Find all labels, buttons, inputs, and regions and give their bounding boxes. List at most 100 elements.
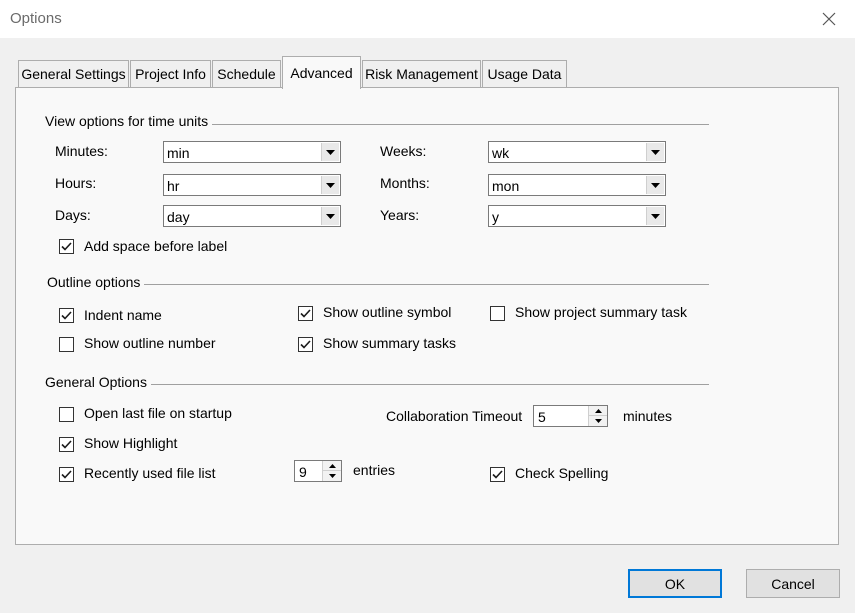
- check-spelling-checkbox[interactable]: [490, 467, 505, 482]
- cancel-button-label: Cancel: [771, 575, 815, 592]
- years-label: Years:: [380, 207, 420, 223]
- advanced-panel: View options for time units Minutes: min…: [15, 87, 839, 545]
- days-label: Days:: [55, 207, 91, 223]
- stepper-down-button[interactable]: [323, 471, 341, 481]
- months-select[interactable]: mon: [488, 174, 666, 196]
- tab-general-settings[interactable]: General Settings: [18, 60, 129, 87]
- weeks-select[interactable]: wk: [488, 141, 666, 163]
- window-title: Options: [10, 10, 62, 27]
- tab-label: Usage Data: [487, 66, 562, 82]
- checkmark-icon: [492, 470, 503, 479]
- hours-value: hr: [167, 178, 180, 194]
- chevron-down-icon: [326, 149, 335, 155]
- show-project-summary-checkbox[interactable]: [490, 306, 505, 321]
- chevron-up-icon: [328, 463, 336, 468]
- collab-timeout-stepper[interactable]: 5: [533, 405, 608, 427]
- group-divider: [151, 384, 709, 385]
- indent-name-checkbox[interactable]: [59, 308, 74, 323]
- ok-button[interactable]: OK: [628, 569, 722, 598]
- dropdown-button[interactable]: [321, 143, 339, 161]
- open-last-file-label: Open last file on startup: [84, 405, 232, 421]
- chevron-down-icon: [326, 182, 335, 188]
- checkmark-icon: [61, 470, 72, 479]
- close-icon: [822, 12, 836, 26]
- show-highlight-label: Show Highlight: [84, 435, 178, 451]
- chevron-down-icon: [651, 149, 660, 155]
- chevron-down-icon: [594, 419, 602, 423]
- recent-files-count-value: 9: [299, 464, 307, 480]
- show-outline-symbol-checkbox[interactable]: [298, 306, 313, 321]
- check-spelling-label: Check Spelling: [515, 465, 609, 481]
- tab-label: Advanced: [290, 65, 353, 81]
- tab-risk-management[interactable]: Risk Management: [362, 60, 481, 87]
- outline-group-title: Outline options: [47, 274, 145, 290]
- dropdown-button[interactable]: [646, 143, 664, 161]
- group-divider: [211, 124, 709, 125]
- collab-timeout-value: 5: [538, 409, 546, 425]
- tab-advanced[interactable]: Advanced: [282, 56, 361, 89]
- entries-label: entries: [353, 462, 396, 478]
- show-highlight-checkbox[interactable]: [59, 437, 74, 452]
- recent-files-label: Recently used file list: [84, 465, 216, 481]
- days-select[interactable]: day: [163, 205, 341, 227]
- minutes-value: min: [167, 145, 190, 161]
- recent-files-count-stepper[interactable]: 9: [294, 460, 342, 482]
- stepper-arrows: [588, 406, 607, 426]
- stepper-up-button[interactable]: [589, 406, 607, 416]
- dropdown-button[interactable]: [646, 176, 664, 194]
- time-units-group-title: View options for time units: [45, 113, 213, 129]
- minutes-suffix-label: minutes: [623, 408, 673, 424]
- minutes-label: Minutes:: [55, 143, 108, 159]
- title-bar: Options: [0, 0, 855, 38]
- show-outline-symbol-label: Show outline symbol: [323, 304, 452, 320]
- checkmark-icon: [300, 340, 311, 349]
- tab-label: Project Info: [135, 66, 206, 82]
- add-space-checkbox[interactable]: [59, 239, 74, 254]
- show-project-summary-label: Show project summary task: [515, 304, 687, 320]
- tab-label: General Settings: [21, 66, 126, 82]
- tab-project-info[interactable]: Project Info: [130, 60, 211, 87]
- cancel-button[interactable]: Cancel: [746, 569, 840, 598]
- chevron-down-icon: [326, 213, 335, 219]
- weeks-label: Weeks:: [380, 143, 427, 159]
- tab-label: Schedule: [217, 66, 276, 82]
- add-space-label: Add space before label: [84, 238, 228, 254]
- show-summary-tasks-label: Show summary tasks: [323, 335, 457, 351]
- checkmark-icon: [61, 242, 72, 251]
- hours-select[interactable]: hr: [163, 174, 341, 196]
- stepper-down-button[interactable]: [589, 416, 607, 426]
- recent-files-checkbox[interactable]: [59, 467, 74, 482]
- indent-name-label: Indent name: [84, 307, 162, 323]
- ok-button-label: OK: [664, 575, 686, 592]
- dropdown-button[interactable]: [321, 207, 339, 225]
- dropdown-button[interactable]: [321, 176, 339, 194]
- checkmark-icon: [61, 440, 72, 449]
- years-select[interactable]: y: [488, 205, 666, 227]
- collab-timeout-label: Collaboration Timeout: [386, 408, 523, 424]
- open-last-file-checkbox[interactable]: [59, 407, 74, 422]
- minutes-select[interactable]: min: [163, 141, 341, 163]
- tab-usage-data[interactable]: Usage Data: [482, 60, 567, 87]
- chevron-down-icon: [328, 474, 336, 478]
- show-outline-number-checkbox[interactable]: [59, 337, 74, 352]
- weeks-value: wk: [492, 145, 510, 161]
- tab-strip: General Settings Project Info Schedule A…: [18, 56, 838, 89]
- tab-label: Risk Management: [365, 66, 478, 82]
- general-group-title: General Options: [45, 374, 151, 390]
- stepper-arrows: [322, 461, 341, 481]
- stepper-up-button[interactable]: [323, 461, 341, 471]
- chevron-down-icon: [651, 182, 660, 188]
- months-label: Months:: [380, 175, 430, 191]
- hours-label: Hours:: [55, 175, 97, 191]
- checkmark-icon: [61, 311, 72, 320]
- chevron-up-icon: [594, 408, 602, 413]
- days-value: day: [167, 209, 190, 225]
- months-value: mon: [492, 178, 520, 194]
- show-outline-number-label: Show outline number: [84, 335, 216, 351]
- dropdown-button[interactable]: [646, 207, 664, 225]
- show-summary-tasks-checkbox[interactable]: [298, 337, 313, 352]
- close-button[interactable]: [811, 4, 847, 34]
- years-value: y: [492, 209, 499, 225]
- tab-schedule[interactable]: Schedule: [212, 60, 281, 87]
- checkmark-icon: [300, 309, 311, 318]
